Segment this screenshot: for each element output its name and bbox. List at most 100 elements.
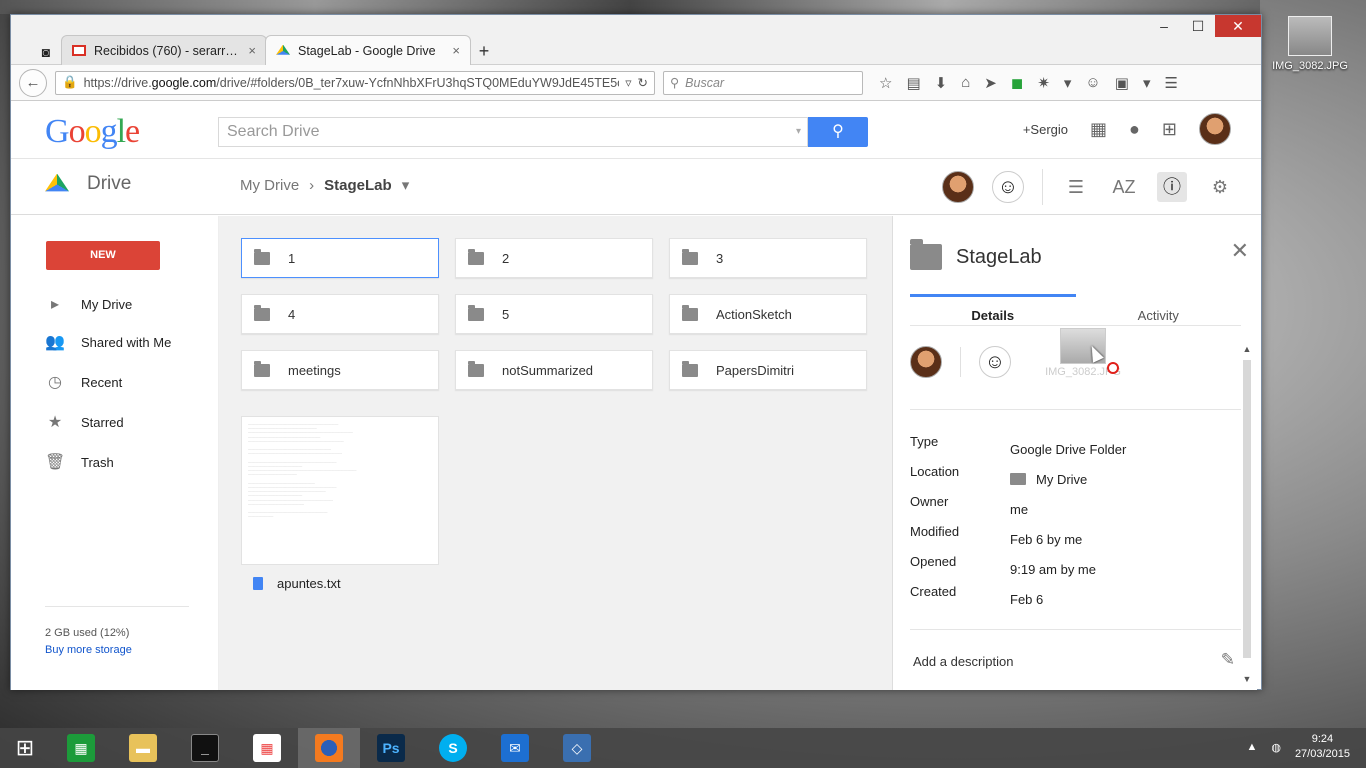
- desktop-file-icon[interactable]: IMG_3082.JPG: [1272, 16, 1348, 72]
- sort-icon[interactable]: AZ: [1109, 177, 1139, 198]
- sidebar-item-my-drive[interactable]: ▸ My Drive: [11, 286, 218, 322]
- taskbar-cmd[interactable]: _: [174, 728, 236, 768]
- breadcrumb-current[interactable]: StageLab: [324, 177, 392, 194]
- tab-drive[interactable]: StageLab - Google Drive ×: [265, 35, 471, 65]
- folder-item[interactable]: PapersDimitri: [669, 350, 867, 390]
- folder-item[interactable]: notSummarized: [455, 350, 653, 390]
- dropdown-icon[interactable]: ▾: [1143, 74, 1151, 92]
- folder-item[interactable]: 5: [455, 294, 653, 334]
- chat-icon[interactable]: ☺: [1085, 74, 1100, 91]
- url-text: https://drive.google.com/drive/#folders/…: [83, 75, 620, 90]
- taskbar-apps[interactable]: ▦: [236, 728, 298, 768]
- plus-user-link[interactable]: +Sergio: [1023, 122, 1068, 137]
- reading-list-icon[interactable]: ▤: [906, 74, 920, 92]
- tab-close-icon[interactable]: ×: [248, 43, 256, 58]
- extension-icon[interactable]: ✷: [1037, 74, 1050, 92]
- apps-grid-icon[interactable]: ▦: [1090, 119, 1107, 140]
- clock[interactable]: 9:24 27/03/2015: [1295, 732, 1350, 762]
- new-button[interactable]: NEW: [46, 241, 160, 270]
- drive-logo-icon: [45, 173, 69, 192]
- details-info-icon[interactable]: ⓘ: [1157, 172, 1187, 202]
- send-icon[interactable]: ➤: [984, 74, 997, 92]
- collaborator-avatar[interactable]: ☺: [979, 346, 1011, 378]
- scroll-up-icon[interactable]: ▲: [1241, 344, 1253, 354]
- home-icon[interactable]: ⌂: [961, 74, 970, 91]
- pinned-tab[interactable]: ◙: [31, 39, 61, 65]
- folder-item[interactable]: 1: [241, 238, 439, 278]
- file-label[interactable]: apuntes.txt: [253, 576, 341, 591]
- taskbar-photoshop[interactable]: Ps: [360, 728, 422, 768]
- taskbar-explorer[interactable]: ▬: [112, 728, 174, 768]
- minimize-button[interactable]: –: [1147, 15, 1181, 37]
- property-value-location[interactable]: My Drive: [1010, 464, 1087, 494]
- details-scrollbar[interactable]: ▲ ▼: [1241, 344, 1253, 684]
- sidebar-item-starred[interactable]: ★ Starred: [11, 402, 218, 442]
- start-button[interactable]: ⊞: [0, 728, 50, 768]
- tab-details[interactable]: Details: [910, 294, 1076, 326]
- scroll-down-icon[interactable]: ▼: [1241, 674, 1253, 684]
- notes-icon[interactable]: ▣: [1115, 74, 1129, 92]
- tab-gmail[interactable]: Recibidos (760) - serarrazol... ×: [61, 35, 267, 65]
- folder-item[interactable]: ActionSketch: [669, 294, 867, 334]
- new-tab-button[interactable]: +: [469, 37, 499, 65]
- search-placeholder: Buscar: [685, 75, 725, 90]
- file-name: apuntes.txt: [277, 576, 341, 591]
- account-avatar[interactable]: [1199, 113, 1231, 145]
- buy-storage-link[interactable]: Buy more storage: [45, 642, 189, 659]
- collaborator-avatar[interactable]: [910, 346, 942, 378]
- drive-search-input[interactable]: Search Drive ▾: [218, 117, 808, 147]
- folder-menu-chevron-icon[interactable]: ▾: [402, 176, 410, 194]
- sidebar-item-shared[interactable]: 👥 Shared with Me: [11, 322, 218, 362]
- browser-search-input[interactable]: ⚲ Buscar: [663, 70, 863, 95]
- taskbar-store[interactable]: ▦: [50, 728, 112, 768]
- notifications-bell-icon[interactable]: ●: [1129, 119, 1140, 140]
- image-thumbnail: [1288, 16, 1332, 56]
- dropdown-icon[interactable]: ▾: [1064, 74, 1072, 92]
- drive-brand[interactable]: Drive: [45, 173, 131, 195]
- settings-gear-icon[interactable]: ⚙: [1205, 177, 1235, 198]
- taskbar-mail[interactable]: ✉: [484, 728, 546, 768]
- pencil-edit-icon[interactable]: ✎: [1221, 650, 1235, 670]
- tab-close-icon[interactable]: ×: [452, 43, 460, 58]
- close-icon[interactable]: ✕: [1231, 238, 1249, 264]
- search-options-icon[interactable]: ▾: [796, 118, 801, 146]
- skype-icon: S: [439, 734, 467, 762]
- folder-item[interactable]: meetings: [241, 350, 439, 390]
- taskbar-skype[interactable]: S: [422, 728, 484, 768]
- scrollbar-thumb[interactable]: [1243, 360, 1251, 658]
- folder-item[interactable]: 2: [455, 238, 653, 278]
- sidebar-item-trash[interactable]: 🗑 Trash: [11, 442, 218, 482]
- bookmark-star-icon[interactable]: ☆: [879, 74, 892, 92]
- file-thumbnail[interactable]: ________________________________________…: [241, 416, 439, 565]
- menu-icon[interactable]: ☰: [1164, 74, 1177, 92]
- sidebar-item-recent[interactable]: ◷ Recent: [11, 362, 218, 402]
- desktop-file-label: IMG_3082.JPG: [1272, 60, 1348, 72]
- breadcrumb-root[interactable]: My Drive: [240, 177, 299, 194]
- add-description-field[interactable]: Add a description: [913, 654, 1013, 669]
- list-view-icon[interactable]: ☰: [1061, 177, 1091, 198]
- tab-activity[interactable]: Activity: [1076, 294, 1242, 326]
- browser-navbar: ← 🔒 https://drive.google.com/drive/#fold…: [11, 65, 1261, 101]
- collaborator-avatar[interactable]: ☺: [992, 171, 1024, 203]
- share-add-icon[interactable]: ⊞: [1162, 119, 1177, 140]
- screenshot-icon[interactable]: ◼: [1011, 74, 1023, 92]
- property-row: Modified Feb 6 by me: [910, 524, 1126, 554]
- property-value: me: [1010, 501, 1029, 517]
- network-icon[interactable]: ◍: [1271, 741, 1281, 754]
- close-window-button[interactable]: ✕: [1215, 15, 1261, 37]
- maximize-button[interactable]: ☐: [1181, 15, 1215, 37]
- back-button[interactable]: ←: [19, 68, 47, 97]
- folder-item[interactable]: 4: [241, 294, 439, 334]
- taskbar-app[interactable]: ◇: [546, 728, 608, 768]
- address-bar[interactable]: 🔒 https://drive.google.com/drive/#folder…: [55, 70, 655, 95]
- folder-item[interactable]: 3: [669, 238, 867, 278]
- collaborator-avatar[interactable]: [942, 171, 974, 203]
- taskbar-firefox[interactable]: [298, 728, 360, 768]
- google-logo[interactable]: Google: [45, 113, 140, 151]
- tray-expand-icon[interactable]: ▲: [1246, 741, 1257, 753]
- app-icon: ◇: [563, 734, 591, 762]
- search-button[interactable]: ⚲: [808, 117, 868, 147]
- dropdown-icon[interactable]: ▿: [625, 75, 631, 90]
- download-icon[interactable]: ⬇: [935, 74, 948, 92]
- reload-icon[interactable]: ↻: [638, 75, 648, 90]
